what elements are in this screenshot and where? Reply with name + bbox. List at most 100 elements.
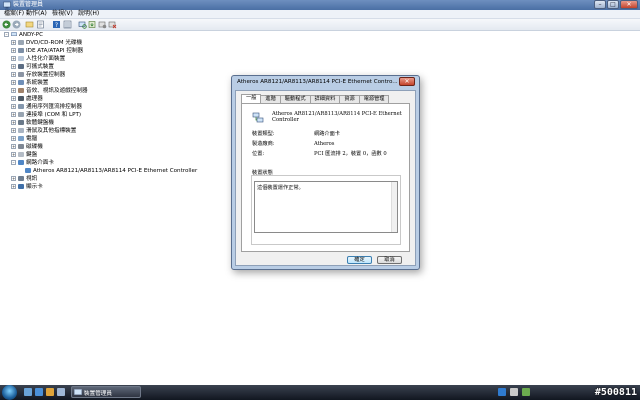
- network-adapter-icon: [25, 168, 31, 173]
- collapse-icon[interactable]: –: [11, 160, 16, 165]
- expand-icon[interactable]: +: [11, 144, 16, 149]
- dialog-body: 一般 進階 驅動程式 詳細資料 資源 電源管理 Atheros AR8121/A…: [235, 90, 416, 266]
- expand-icon[interactable]: +: [11, 120, 16, 125]
- tree-root[interactable]: – ANDY-PC: [4, 32, 43, 39]
- floppy-icon: [18, 120, 24, 125]
- minimize-button[interactable]: –: [594, 0, 606, 9]
- port-icon: [18, 112, 24, 117]
- show-desktop-icon[interactable]: [24, 388, 32, 396]
- tree-item[interactable]: + 處理器: [11, 96, 43, 103]
- tree-item[interactable]: + 視訊: [11, 176, 37, 183]
- ide-controller-icon: [18, 48, 24, 53]
- expand-icon[interactable]: +: [11, 112, 16, 117]
- tree-item[interactable]: + 鍵盤: [11, 152, 37, 159]
- tree-item[interactable]: + 連接埠 (COM 和 LPT): [11, 112, 81, 119]
- device-manager-icon: [3, 1, 11, 9]
- computer-icon: [18, 136, 24, 141]
- expand-icon[interactable]: +: [11, 64, 16, 69]
- window-title: 裝置管理員: [13, 1, 44, 8]
- collapse-icon[interactable]: –: [4, 32, 9, 37]
- portable-device-icon: [18, 64, 24, 69]
- tree-item[interactable]: + 電腦: [11, 136, 37, 143]
- expand-icon[interactable]: +: [11, 136, 16, 141]
- tray-network-icon[interactable]: [498, 388, 506, 396]
- expand-icon[interactable]: +: [11, 96, 16, 101]
- forward-icon[interactable]: [12, 20, 21, 29]
- properties-icon[interactable]: [36, 20, 45, 29]
- tree-item[interactable]: + IDE ATA/ATAPI 控制器: [11, 48, 83, 55]
- system-tray: #500811: [490, 385, 640, 400]
- tree-item-label: 電腦: [26, 136, 38, 142]
- tray-volume-icon[interactable]: [510, 388, 518, 396]
- media-player-icon[interactable]: [46, 388, 54, 396]
- toolbar: ?: [0, 19, 640, 31]
- tree-item-network-adapters[interactable]: – 網路介面卡: [11, 160, 54, 167]
- taskbar-button-label: 裝置管理員: [84, 391, 112, 397]
- tree-item[interactable]: + 顯示卡: [11, 184, 43, 191]
- tree-item[interactable]: + 系統裝置: [11, 80, 48, 87]
- device-status-textbox[interactable]: 這個裝置運作正常。: [254, 181, 398, 233]
- disable-icon[interactable]: [98, 20, 107, 29]
- tree-item[interactable]: + 磁碟機: [11, 144, 43, 151]
- display-adapter-icon: [18, 184, 24, 189]
- switch-windows-icon[interactable]: [57, 388, 65, 396]
- cancel-button[interactable]: 取消: [377, 256, 402, 264]
- tree-item[interactable]: + 滑鼠及其他指標裝置: [11, 128, 76, 135]
- tree-item[interactable]: + 存放裝置控制器: [11, 72, 65, 79]
- expand-icon[interactable]: +: [11, 56, 16, 61]
- dialog-close-button[interactable]: ✕: [399, 77, 415, 86]
- mouse-icon: [18, 128, 24, 133]
- tray-security-icon[interactable]: [522, 388, 530, 396]
- tree-item[interactable]: + 通用序列匯流排控制器: [11, 104, 82, 111]
- menu-action[interactable]: 動作(A): [26, 10, 47, 18]
- back-icon[interactable]: [2, 20, 11, 29]
- expand-icon[interactable]: +: [11, 104, 16, 109]
- scan-hardware-icon[interactable]: [78, 20, 87, 29]
- expand-icon[interactable]: +: [11, 128, 16, 133]
- expand-icon[interactable]: +: [11, 72, 16, 77]
- expand-icon[interactable]: +: [11, 176, 16, 181]
- up-icon[interactable]: [25, 20, 34, 29]
- tree-item[interactable]: + 軟體鍵盤機: [11, 120, 54, 127]
- expand-icon[interactable]: +: [11, 40, 16, 45]
- system-device-icon: [18, 80, 24, 85]
- menu-file[interactable]: 檔案(F): [4, 10, 24, 18]
- status-scrollbar[interactable]: [391, 182, 397, 232]
- expand-icon[interactable]: +: [11, 184, 16, 189]
- tree-item-label: 視訊: [26, 176, 38, 182]
- title-bar[interactable]: 裝置管理員 – □ ✕: [0, 0, 640, 10]
- tree-item[interactable]: + DVD/CD-ROM 光碟機: [11, 40, 82, 47]
- tree-item-label: IDE ATA/ATAPI 控制器: [26, 48, 84, 54]
- device-manager-window: 裝置管理員 – □ ✕ 檔案(F) 動作(A) 檢視(V) 說明(H) ? – A…: [0, 0, 640, 385]
- expand-icon[interactable]: +: [11, 152, 16, 157]
- expand-icon[interactable]: +: [11, 80, 16, 85]
- update-driver-icon[interactable]: [88, 20, 97, 29]
- device-type-label: 裝置類型:: [252, 131, 275, 137]
- optical-drive-icon: [18, 40, 24, 45]
- tree-item-label: 存放裝置控制器: [26, 72, 66, 78]
- tree-item[interactable]: + 音效、視訊及遊戲控制器: [11, 88, 88, 95]
- tree-item[interactable]: + 人性化介面裝置: [11, 56, 65, 63]
- storage-controller-icon: [18, 72, 24, 77]
- ok-button[interactable]: 確定: [347, 256, 372, 264]
- start-button[interactable]: [2, 385, 17, 400]
- help-icon[interactable]: ?: [52, 20, 61, 29]
- device-status-heading: 裝置狀態: [252, 170, 273, 176]
- tree-item[interactable]: + 可攜式裝置: [11, 64, 54, 71]
- uninstall-icon[interactable]: [108, 20, 117, 29]
- maximize-button[interactable]: □: [607, 0, 619, 9]
- tree-item-ethernet-controller[interactable]: Atheros AR8121/AR8113/AR8114 PCI-E Ether…: [25, 168, 197, 175]
- tab-general[interactable]: 一般: [241, 94, 262, 103]
- menu-view[interactable]: 檢視(V): [52, 10, 73, 18]
- menu-help[interactable]: 說明(H): [78, 10, 99, 18]
- video-icon: [18, 176, 24, 181]
- taskbar: 裝置管理員 #500811: [0, 385, 640, 400]
- processor-icon: [18, 96, 24, 101]
- expand-icon[interactable]: +: [11, 48, 16, 53]
- expand-icon[interactable]: +: [11, 88, 16, 93]
- taskbar-device-manager-button[interactable]: 裝置管理員: [71, 386, 141, 398]
- close-button[interactable]: ✕: [620, 0, 638, 9]
- internet-explorer-icon[interactable]: [35, 388, 43, 396]
- list-icon[interactable]: [63, 20, 72, 29]
- tree-item-label: 系統裝置: [26, 80, 49, 86]
